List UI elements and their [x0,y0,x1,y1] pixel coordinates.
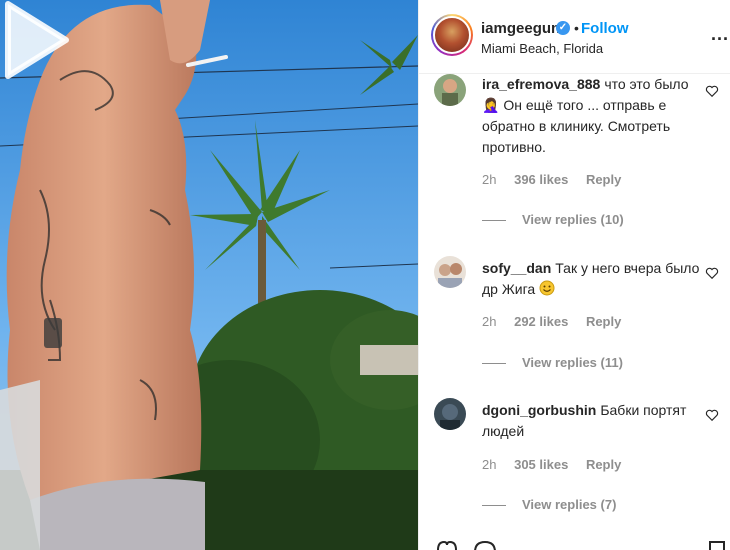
verified-badge-icon: ✓ [556,21,570,35]
comment-username[interactable]: dgoni_gorbushin [482,402,596,418]
comment-body: ira_efremova_888 что это было 🤦‍♀️ Он ещё… [482,74,702,158]
post-action-bar [419,536,730,550]
comment-likes[interactable]: 305 likes [514,457,568,472]
like-heart-icon[interactable] [435,540,459,550]
comment-meta: 2h 292 likes Reply [482,314,635,329]
commenter-avatar[interactable] [434,74,466,106]
author-username[interactable]: iamgeegun [481,20,560,37]
bookmark-icon[interactable] [707,540,727,550]
reply-button[interactable]: Reply [586,314,621,329]
commenter-avatar[interactable] [434,256,466,288]
reply-button[interactable]: Reply [586,457,621,472]
comment-meta: 2h 396 likes Reply [482,172,635,187]
video-frame [0,0,418,550]
view-replies-button[interactable]: View replies (11) [482,355,623,370]
view-replies-label: View replies (11) [522,355,623,370]
comment-username[interactable]: ira_efremova_888 [482,76,600,92]
comment-likes[interactable]: 396 likes [514,172,568,187]
post-side-panel: iamgeegun ✓ • Follow Miami Beach, Florid… [418,0,730,550]
author-avatar[interactable] [431,14,473,56]
view-replies-button[interactable]: View replies (10) [482,212,624,227]
play-icon[interactable] [0,0,70,80]
follow-button[interactable]: Follow [581,20,629,37]
comment-time: 2h [482,314,497,329]
view-replies-button[interactable]: View replies (7) [482,497,616,512]
comment-icon[interactable] [473,540,497,550]
replies-divider [482,363,506,365]
comment-body: sofy__dan Так у него вчера было др Жига [482,258,702,300]
like-heart-icon[interactable] [705,408,719,422]
comment-meta: 2h 305 likes Reply [482,457,635,472]
smile-emoji-icon [539,280,555,296]
comment-likes[interactable]: 292 likes [514,314,568,329]
replies-divider [482,505,506,507]
header-separator: • [574,20,579,36]
view-replies-label: View replies (10) [522,212,624,227]
comment-username[interactable]: sofy__dan [482,260,551,276]
post-media[interactable] [0,0,418,550]
post-header: iamgeegun ✓ • Follow Miami Beach, Florid… [419,0,730,74]
commenter-avatar[interactable] [434,398,466,430]
comments-list[interactable]: ira_efremova_888 что это было 🤦‍♀️ Он ещё… [419,74,730,550]
comment-body: dgoni_gorbushin Бабки портят людей [482,400,702,442]
like-heart-icon[interactable] [705,84,719,98]
reply-button[interactable]: Reply [586,172,621,187]
view-replies-label: View replies (7) [522,497,617,512]
post-location[interactable]: Miami Beach, Florida [481,41,603,56]
comment-time: 2h [482,457,497,472]
replies-divider [482,220,506,222]
comment-time: 2h [482,172,497,187]
like-heart-icon[interactable] [705,266,719,280]
more-options-icon[interactable]: ... [711,24,729,45]
